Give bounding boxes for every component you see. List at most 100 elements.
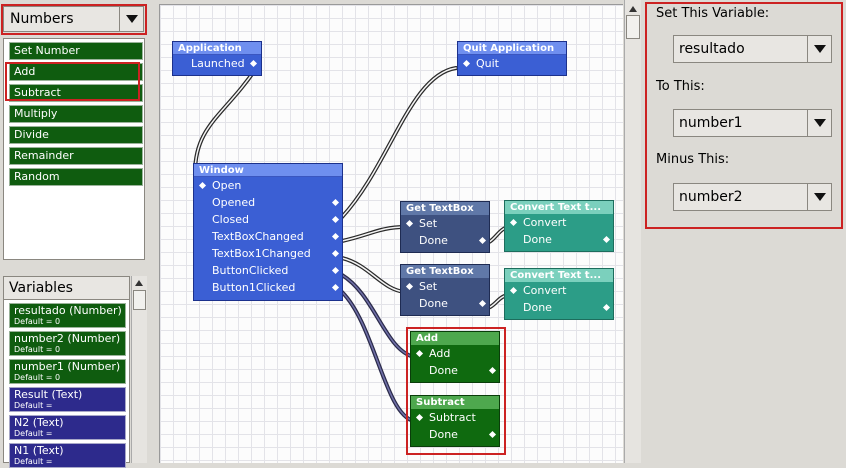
node-application[interactable]: Application Launched (172, 41, 262, 76)
input-port-icon[interactable] (405, 219, 414, 228)
variable-item-result[interactable]: Result (Text) Default = (9, 387, 126, 412)
node-get-textbox-2[interactable]: Get TextBox Set Done (400, 264, 490, 316)
port-label: Done (523, 233, 552, 246)
node-port-textbox1changed[interactable]: TextBox1Changed (194, 245, 342, 262)
output-port-icon[interactable] (331, 215, 340, 224)
input-port-icon[interactable] (462, 59, 471, 68)
variable-list-scrollbar[interactable] (131, 276, 147, 463)
node-quit-application[interactable]: Quit Application Quit (457, 41, 567, 76)
add-subtract-highlight (5, 62, 140, 101)
port-label: ButtonClicked (212, 264, 289, 277)
port-label: TextBoxChanged (212, 230, 304, 243)
variable-name: resultado (Number) (14, 304, 122, 317)
output-port-icon[interactable] (331, 283, 340, 292)
to-this-dropdown[interactable]: number1 (673, 109, 832, 137)
scroll-up-icon[interactable] (629, 6, 637, 12)
port-label: Button1Clicked (212, 281, 296, 294)
node-port-done[interactable]: Done (401, 232, 489, 249)
math-nodes-highlight (406, 327, 506, 455)
node-convert-text-2[interactable]: Convert Text t... Convert Done (504, 268, 614, 320)
input-port-icon[interactable] (509, 218, 518, 227)
node-port-done[interactable]: Done (505, 299, 613, 316)
chevron-down-icon[interactable] (807, 184, 831, 210)
block-item-multiply[interactable]: Multiply (9, 105, 143, 123)
port-label: Closed (212, 213, 249, 226)
node-port-convert[interactable]: Convert (505, 282, 613, 299)
node-port-convert[interactable]: Convert (505, 214, 613, 231)
node-port-quit[interactable]: Quit (458, 55, 566, 72)
variable-name: N1 (Text) (14, 444, 64, 457)
variable-item-number2[interactable]: number2 (Number) Default = 0 (9, 331, 126, 356)
output-port-icon[interactable] (478, 299, 487, 308)
node-title: Window (194, 164, 342, 177)
variable-item-resultado[interactable]: resultado (Number) Default = 0 (9, 303, 126, 328)
node-port-done[interactable]: Done (401, 295, 489, 312)
node-port-closed[interactable]: Closed (194, 211, 342, 228)
variable-item-number1[interactable]: number1 (Number) Default = 0 (9, 359, 126, 384)
variable-default: Default = 0 (14, 345, 61, 354)
port-label: Open (212, 179, 242, 192)
flow-canvas[interactable]: Application Launched Quit Application Qu… (159, 4, 623, 463)
node-title: Application (173, 42, 261, 55)
chevron-down-icon[interactable] (807, 110, 831, 136)
set-variable-value: resultado (679, 41, 745, 57)
canvas-scrollbar[interactable] (624, 0, 641, 463)
node-port-buttonclicked[interactable]: ButtonClicked (194, 262, 342, 279)
minus-this-value: number2 (679, 189, 743, 205)
node-port-done[interactable]: Done (505, 231, 613, 248)
node-port-textboxchanged[interactable]: TextBoxChanged (194, 228, 342, 245)
output-port-icon[interactable] (331, 249, 340, 258)
block-item-set-number[interactable]: Set Number (9, 42, 143, 60)
canvas-scroll-thumb[interactable] (626, 15, 640, 39)
to-this-value: number1 (679, 115, 743, 131)
input-port-icon[interactable] (198, 181, 207, 190)
variable-default: Default = 0 (14, 317, 61, 326)
variable-name: N2 (Text) (14, 416, 64, 429)
variables-header-label: Variables (9, 280, 73, 296)
output-port-icon[interactable] (331, 266, 340, 275)
variable-default: Default = (14, 401, 53, 410)
node-get-textbox-1[interactable]: Get TextBox Set Done (400, 201, 490, 253)
output-port-icon[interactable] (478, 236, 487, 245)
variable-item-n2[interactable]: N2 (Text) Default = (9, 415, 126, 440)
variable-list-scroll-thumb[interactable] (133, 290, 146, 310)
node-title: Get TextBox (401, 202, 489, 215)
port-label: Convert (523, 216, 567, 229)
to-this-label: To This: (656, 79, 705, 94)
variable-default: Default = 0 (14, 373, 61, 382)
node-port-open[interactable]: Open (194, 177, 342, 194)
node-port-set[interactable]: Set (401, 278, 489, 295)
node-port-set[interactable]: Set (401, 215, 489, 232)
variables-header: Variables (3, 276, 130, 300)
node-convert-text-1[interactable]: Convert Text t... Convert Done (504, 200, 614, 252)
minus-this-dropdown[interactable]: number2 (673, 183, 832, 211)
block-item-random[interactable]: Random (9, 168, 143, 186)
set-variable-dropdown[interactable]: resultado (673, 35, 832, 63)
chevron-down-icon[interactable] (807, 36, 831, 62)
scroll-up-icon[interactable] (135, 280, 143, 286)
output-port-icon[interactable] (331, 232, 340, 241)
block-item-divide[interactable]: Divide (9, 126, 143, 144)
port-label: Done (523, 301, 552, 314)
output-port-icon[interactable] (249, 59, 258, 68)
node-title: Convert Text t... (505, 269, 613, 282)
block-item-label: Multiply (14, 107, 58, 120)
node-port-button1clicked[interactable]: Button1Clicked (194, 279, 342, 296)
port-label: Set (419, 280, 438, 293)
variable-item-n1[interactable]: N1 (Text) Default = (9, 443, 126, 468)
input-port-icon[interactable] (405, 282, 414, 291)
node-port-launched[interactable]: Launched (173, 55, 261, 72)
variable-name: number1 (Number) (14, 360, 121, 373)
output-port-icon[interactable] (602, 235, 611, 244)
output-port-icon[interactable] (331, 198, 340, 207)
block-item-label: Divide (14, 128, 49, 141)
block-item-remainder[interactable]: Remainder (9, 147, 143, 165)
node-port-opened[interactable]: Opened (194, 194, 342, 211)
port-label: TextBox1Changed (212, 247, 311, 260)
input-port-icon[interactable] (509, 286, 518, 295)
output-port-icon[interactable] (602, 303, 611, 312)
block-item-label: Remainder (14, 149, 74, 162)
minus-this-label: Minus This: (656, 152, 730, 167)
node-window[interactable]: Window Open Opened Closed TextBoxChanged… (193, 163, 343, 301)
port-label: Convert (523, 284, 567, 297)
